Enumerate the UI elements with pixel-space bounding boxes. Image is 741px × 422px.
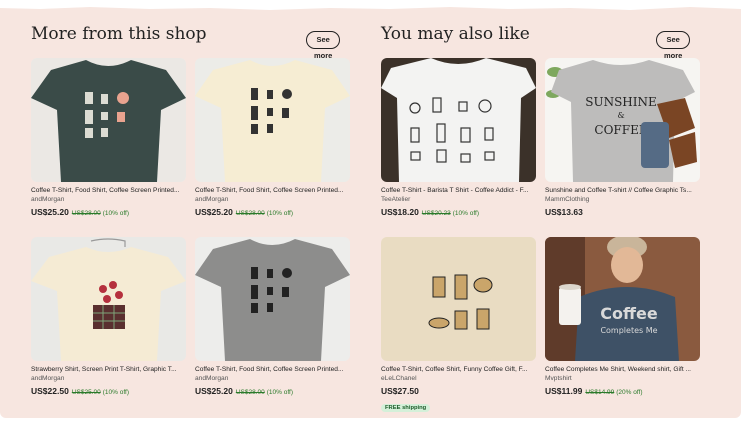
shop-name: eLeLChanel	[381, 375, 417, 382]
price: US$25.20 US$28.00 (10% off)	[195, 207, 350, 217]
torn-paper-edge	[0, 0, 741, 10]
shirt-print-text: Completes Me	[600, 326, 657, 335]
original-price: US$28.00	[71, 210, 101, 217]
shop-name: Mvptshirt	[545, 375, 572, 382]
listing-card[interactable]: Strawberry Shirt, Screen Print T-Shirt, …	[31, 237, 186, 396]
shop-name: andMorgan	[195, 375, 229, 382]
original-price: US$14.99	[585, 389, 615, 396]
shop-name: andMorgan	[31, 375, 65, 382]
original-price: US$25.00	[71, 389, 101, 396]
sale-price: US$11.99	[545, 386, 583, 396]
sale-price: US$25.20	[195, 207, 233, 217]
section-title: More from this shop	[31, 24, 207, 44]
sale-price: US$18.20	[381, 207, 419, 217]
discount: (10% off)	[102, 389, 129, 396]
listing-card[interactable]: SUNSHINE & COFFEE Sunshine and Coffee T-…	[545, 58, 700, 217]
price: US$27.50	[381, 386, 536, 396]
listing-title[interactable]: Strawberry Shirt, Screen Print T-Shirt, …	[31, 366, 186, 373]
sale-price: US$27.50	[381, 386, 419, 396]
sale-price: US$25.20	[195, 386, 233, 396]
listing-image[interactable]	[31, 58, 186, 182]
listing-title[interactable]: Coffee Completes Me Shirt, Weekend shirt…	[545, 366, 700, 373]
listing-title[interactable]: Coffee T-Shirt - Barista T Shirt - Coffe…	[381, 187, 536, 194]
sale-price: US$13.63	[545, 207, 583, 217]
sale-price: US$25.20	[31, 207, 69, 217]
listing-image[interactable]	[195, 237, 350, 361]
price: US$11.99 US$14.99 (20% off)	[545, 386, 700, 396]
listing-card[interactable]: Coffee T-Shirt, Food Shirt, Coffee Scree…	[195, 58, 350, 217]
listing-image[interactable]	[381, 237, 536, 361]
shop-name: TeeAtelier	[381, 196, 411, 203]
sale-price: US$22.50	[31, 386, 69, 396]
listing-card[interactable]: Coffee T-Shirt, Coffee Shirt, Funny Coff…	[381, 237, 536, 414]
discount: (10% off)	[102, 210, 129, 217]
listing-card[interactable]: Coffee T-Shirt - Barista T Shirt - Coffe…	[381, 58, 536, 217]
price: US$18.20 US$20.23 (10% off)	[381, 207, 536, 217]
original-price: US$20.23	[421, 210, 451, 217]
price: US$25.20 US$28.00 (10% off)	[31, 207, 186, 217]
original-price: US$28.00	[235, 389, 265, 396]
listing-title[interactable]: Coffee T-Shirt, Food Shirt, Coffee Scree…	[195, 366, 350, 373]
listing-card[interactable]: Coffee T-Shirt, Food Shirt, Coffee Scree…	[31, 58, 186, 217]
listing-image[interactable]	[31, 237, 186, 361]
shop-name: andMorgan	[31, 196, 65, 203]
shirt-print-text: &	[617, 111, 624, 120]
listing-image[interactable]	[381, 58, 536, 182]
see-more-button[interactable]: See more	[656, 31, 691, 60]
discount: (10% off)	[452, 210, 479, 217]
listing-card[interactable]: Coffee T-Shirt, Food Shirt, Coffee Scree…	[195, 237, 350, 396]
shirt-print-text: SUNSHINE	[585, 95, 657, 109]
listing-card[interactable]: Coffee Completes Me Coffee Completes Me …	[545, 237, 700, 396]
listing-title[interactable]: Coffee T-Shirt, Food Shirt, Coffee Scree…	[31, 187, 186, 194]
discount: (20% off)	[616, 389, 643, 396]
price: US$22.50 US$25.00 (10% off)	[31, 386, 186, 396]
discount: (10% off)	[266, 210, 293, 217]
free-shipping-badge: FREE shipping	[381, 404, 431, 412]
see-more-button[interactable]: See more	[306, 31, 341, 60]
discount: (10% off)	[266, 389, 293, 396]
shop-name: andMorgan	[195, 196, 229, 203]
shop-name: MammClothing	[545, 196, 590, 203]
listing-image[interactable]: SUNSHINE & COFFEE	[545, 58, 700, 182]
shirt-print-text: Coffee	[600, 304, 658, 323]
listing-image[interactable]: Coffee Completes Me	[545, 237, 700, 361]
listing-title[interactable]: Sunshine and Coffee T-shirt // Coffee Gr…	[545, 187, 700, 194]
price: US$25.20 US$28.00 (10% off)	[195, 386, 350, 396]
price: US$13.63	[545, 207, 700, 217]
listing-title[interactable]: Coffee T-Shirt, Coffee Shirt, Funny Coff…	[381, 366, 536, 373]
shirt-print-text: COFFEE	[594, 123, 647, 137]
listing-image[interactable]	[195, 58, 350, 182]
section-title: You may also like	[381, 24, 530, 44]
listing-title[interactable]: Coffee T-Shirt, Food Shirt, Coffee Scree…	[195, 187, 350, 194]
original-price: US$28.00	[235, 210, 265, 217]
